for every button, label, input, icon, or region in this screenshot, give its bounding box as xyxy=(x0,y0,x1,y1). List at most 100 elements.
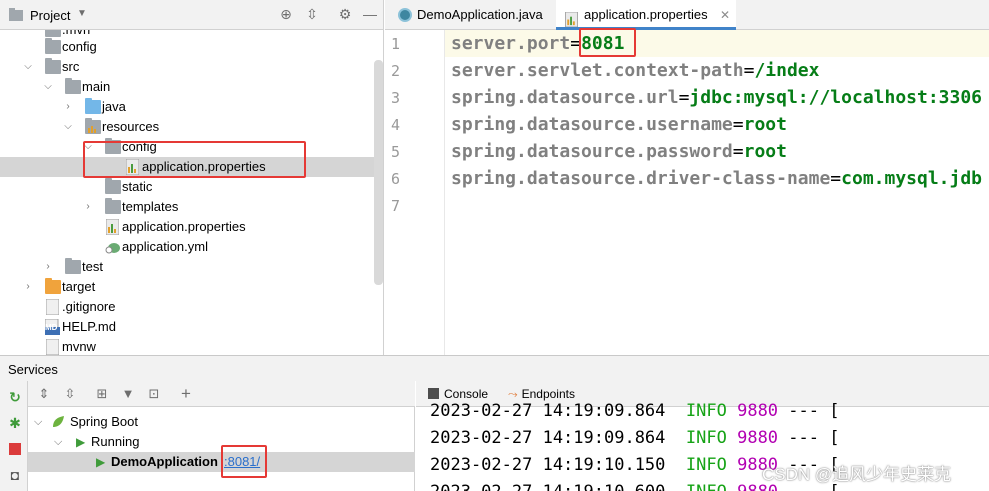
code-line[interactable]: spring.datasource.url=jdbc:mysql://local… xyxy=(451,84,982,111)
code-line[interactable]: spring.datasource.driver-class-name=com.… xyxy=(451,165,982,192)
service-label: Running xyxy=(91,434,140,449)
log-rest: --- [ xyxy=(788,401,840,421)
tree-item-gitignore[interactable]: .gitignore xyxy=(0,297,374,317)
tree-item-static[interactable]: static xyxy=(0,177,374,197)
stop-icon[interactable] xyxy=(7,441,23,457)
tree-item-main[interactable]: ⌵ main xyxy=(0,77,374,97)
code-line[interactable]: server.port=8081 xyxy=(445,30,989,57)
folder-icon xyxy=(105,198,121,214)
tree-item-label: main xyxy=(82,79,111,94)
project-scrollbar[interactable] xyxy=(374,60,383,285)
equals-sign: = xyxy=(678,87,690,108)
log-level: INFO xyxy=(685,401,727,421)
log-pid: 9880 xyxy=(737,401,779,421)
tree-item-label: application.properties xyxy=(142,159,266,174)
tree-item-templates[interactable]: › templates xyxy=(0,197,374,217)
java-class-icon xyxy=(398,8,412,22)
chevron-down-icon[interactable]: ⌵ xyxy=(82,137,94,157)
chevron-right-icon[interactable]: › xyxy=(82,197,94,217)
add-icon[interactable]: + xyxy=(178,385,194,402)
chevron-right-icon[interactable]: › xyxy=(22,277,34,297)
log-pid: 9880 xyxy=(737,428,779,448)
collapse-all-icon[interactable]: ⇳ xyxy=(304,6,320,22)
log-timestamp: 2023-02-27 14:19:10.600 xyxy=(430,482,665,491)
run-icon: ▶ xyxy=(76,435,86,449)
tree-item-help-md[interactable]: MD HELP.md xyxy=(0,317,374,337)
filter-icon[interactable]: ▼ xyxy=(120,386,136,402)
tree-item-label: static xyxy=(122,179,153,194)
collapse-all-icon[interactable]: ⇳ xyxy=(62,386,78,402)
tab-application-properties[interactable]: application.properties ✕ xyxy=(556,0,736,30)
code-line[interactable]: spring.datasource.password=root xyxy=(451,138,787,165)
locate-icon[interactable]: ⊕ xyxy=(278,6,294,22)
rerun-icon[interactable]: ↻ xyxy=(7,389,23,405)
tree-item-src[interactable]: ⌵ src xyxy=(0,57,374,77)
tree-item-application-yml[interactable]: application.yml xyxy=(0,237,374,257)
tree-item-config-root[interactable]: config xyxy=(0,37,374,57)
source-folder-icon xyxy=(85,98,101,114)
hide-icon[interactable]: — xyxy=(362,6,378,22)
chevron-down-icon[interactable]: ⌵ xyxy=(42,77,54,97)
tree-item-target[interactable]: › target xyxy=(0,277,374,297)
markdown-badge: MD xyxy=(45,323,58,332)
project-view-icon xyxy=(9,8,23,21)
chevron-right-icon[interactable]: › xyxy=(42,257,54,277)
new-tab-icon[interactable]: ⊡ xyxy=(146,386,162,402)
group-by-icon[interactable]: ⊞ xyxy=(94,386,110,402)
camera-icon[interactable]: ◘ xyxy=(7,467,23,483)
tree-item-label: mvnw xyxy=(62,339,96,354)
chevron-down-icon[interactable]: ⌵ xyxy=(34,412,42,432)
tree-item-label: test xyxy=(82,259,103,274)
property-key: spring.datasource.username xyxy=(451,114,733,135)
folder-icon xyxy=(65,258,81,274)
tree-item-test[interactable]: › test xyxy=(0,257,374,277)
service-running-group[interactable]: ⌵ ▶ Running xyxy=(28,432,415,452)
resources-folder-icon xyxy=(85,118,101,134)
chevron-down-icon[interactable]: ⌵ xyxy=(22,57,34,77)
line-number: 6 xyxy=(391,170,401,188)
property-key: spring.datasource.driver-class-name xyxy=(451,168,831,189)
log-level: INFO xyxy=(686,482,727,491)
tree-item-label: application.yml xyxy=(122,239,208,254)
tree-item-config[interactable]: ⌵ config xyxy=(0,137,374,157)
tree-item-config-application-properties[interactable]: application.properties xyxy=(0,157,374,177)
property-key: spring.datasource.url xyxy=(451,87,679,108)
equals-sign: = xyxy=(830,168,842,189)
line-number: 1 xyxy=(391,35,401,53)
project-title[interactable]: Project xyxy=(30,8,70,23)
chevron-right-icon[interactable]: › xyxy=(62,97,74,117)
port-link[interactable]: :8081/ xyxy=(224,452,260,472)
tree-item-application-properties[interactable]: application.properties xyxy=(0,217,374,237)
run-icon: ▶ xyxy=(96,455,106,469)
code-line[interactable]: server.servlet.context-path=/index xyxy=(451,57,819,84)
tree-item-java[interactable]: › java xyxy=(0,97,374,117)
log-timestamp: 2023-02-27 14:19:09.864 xyxy=(430,428,666,448)
service-demo-application[interactable]: ▶ DemoApplication :8081/ xyxy=(28,452,415,472)
property-key: server.servlet.context-path xyxy=(451,60,744,81)
chevron-down-icon[interactable]: ▼ xyxy=(77,8,87,19)
tree-item-label: HELP.md xyxy=(62,319,116,334)
chevron-down-icon[interactable]: ⌵ xyxy=(62,117,74,137)
expand-all-icon[interactable]: ⇕ xyxy=(36,386,52,402)
tree-item-resources[interactable]: ⌵ resources xyxy=(0,117,374,137)
code-line[interactable]: spring.datasource.username=root xyxy=(451,111,787,138)
service-label: DemoApplication xyxy=(111,454,218,469)
gear-icon[interactable]: ⚙ xyxy=(337,6,353,22)
tab-label: DemoApplication.java xyxy=(417,7,543,22)
chevron-down-icon[interactable]: ⌵ xyxy=(54,432,62,452)
equals-sign: = xyxy=(732,141,744,162)
tree-item-mvnw[interactable]: mvnw xyxy=(0,337,374,355)
debug-icon[interactable]: ✱ xyxy=(7,415,23,431)
tree-item-label: templates xyxy=(122,199,179,214)
tree-item-label: config xyxy=(122,139,157,154)
tab-demo-application-java[interactable]: DemoApplication.java xyxy=(389,0,547,30)
watermark: CSDN @追风少年史莱克 xyxy=(762,465,952,484)
project-tool-window: Project ▼ ⊕ ⇳ ⚙ — .mvn config ⌵ src ⌵ ma… xyxy=(0,0,384,355)
line-number: 5 xyxy=(391,143,401,161)
property-key: spring.datasource.password xyxy=(451,141,733,162)
close-icon[interactable]: ✕ xyxy=(720,0,730,30)
service-spring-boot[interactable]: ⌵ Spring Boot xyxy=(28,412,415,432)
properties-file-icon xyxy=(125,158,140,176)
yaml-file-icon xyxy=(105,239,120,255)
tab-label: application.properties xyxy=(584,7,708,22)
